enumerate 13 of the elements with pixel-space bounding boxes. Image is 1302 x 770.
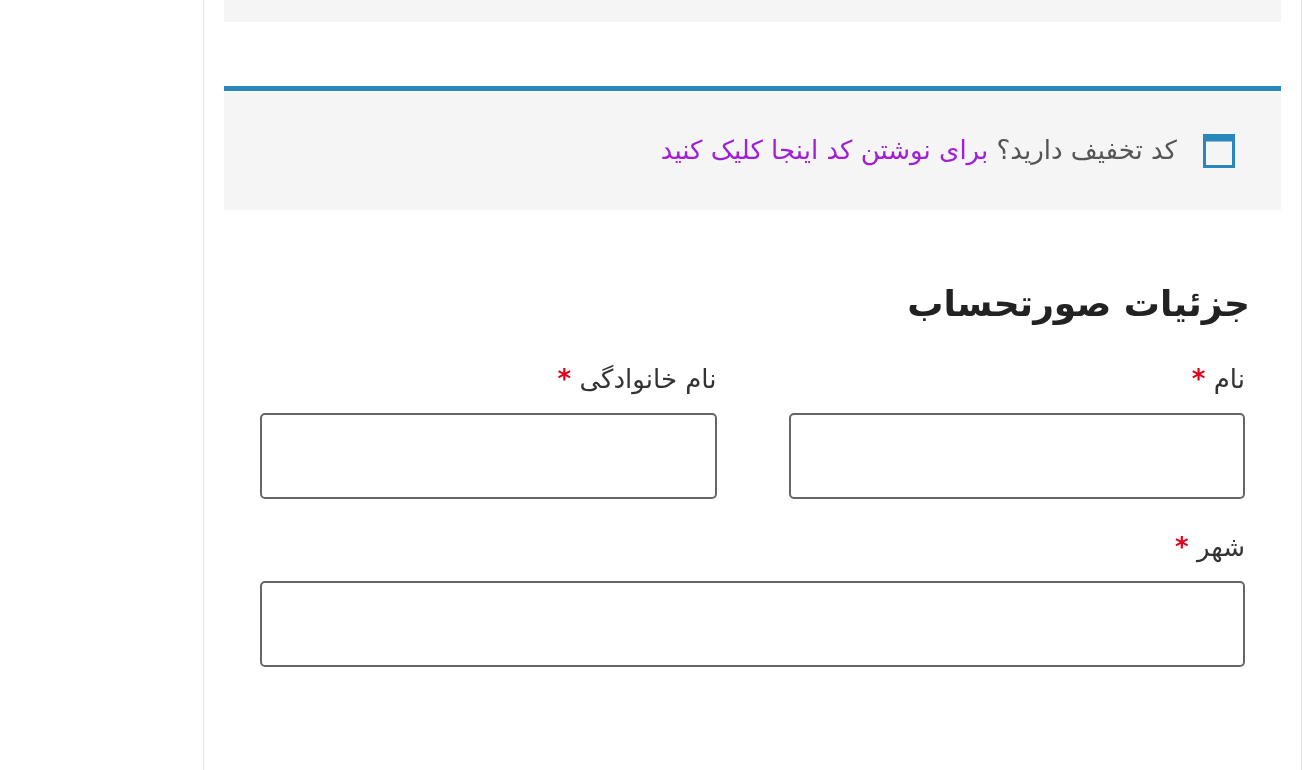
field-label: نام خانوادگی bbox=[579, 364, 717, 395]
section-heading: جزئیات صورتحساب bbox=[906, 282, 1250, 326]
input-field[interactable] bbox=[788, 413, 1245, 499]
field-label: نام bbox=[1213, 364, 1245, 395]
required-mark: * bbox=[1175, 532, 1189, 562]
coupon-link[interactable]: برای نوشتن کد اینجا کلیک کنید bbox=[660, 135, 989, 165]
required-mark: * bbox=[1191, 364, 1206, 395]
window-icon bbox=[1203, 133, 1235, 168]
required-mark: * bbox=[557, 364, 572, 395]
input-field[interactable] bbox=[260, 580, 1245, 667]
field-label: شهر bbox=[1196, 532, 1245, 562]
coupon-text: کد تخفیف دارید؟ برای نوشتن کد اینجا کلیک کنید bbox=[660, 134, 1177, 168]
input-field[interactable] bbox=[260, 413, 717, 499]
